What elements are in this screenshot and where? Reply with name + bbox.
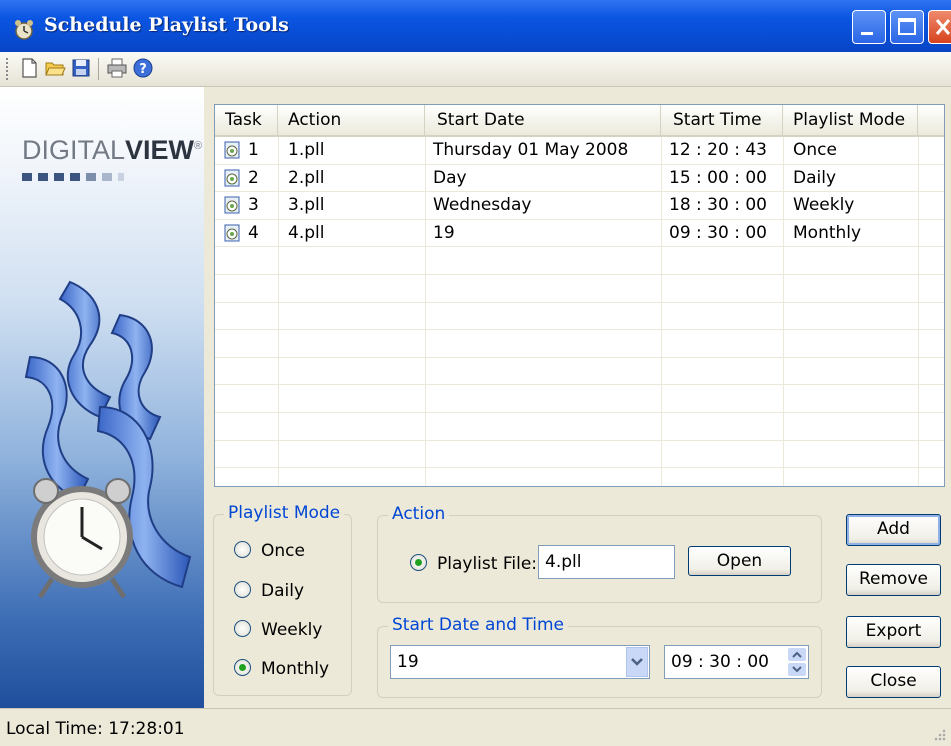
radio-monthly-indicator[interactable] [234,659,251,676]
task-list-header: Task Action Start Date Start Time Playli… [215,105,944,137]
playlist-file-input[interactable]: 4.pll [538,545,675,579]
spinner-arrows-icon[interactable] [788,648,806,676]
radio-once[interactable]: Once [234,541,305,561]
new-file-icon[interactable] [18,57,40,79]
branding-panel: DIGITALVIEW® [0,87,204,708]
action-title: Action [388,504,450,524]
local-time-text: Local Time: 17:28:01 [6,719,185,739]
window-title: Schedule Playlist Tools [44,14,289,36]
empty-row [215,385,944,413]
close-button[interactable]: Close [846,666,941,698]
app-icon [15,20,33,40]
radio-weekly[interactable]: Weekly [234,620,322,640]
open-button[interactable]: Open [688,546,791,576]
playlist-mode-title: Playlist Mode [224,503,345,523]
start-date-select[interactable]: 19 [390,645,650,679]
start-time-value: 09 : 30 : 00 [671,652,769,672]
radio-playlist-file-indicator[interactable] [410,554,427,571]
empty-row [215,247,944,275]
column-header-playlist-mode[interactable]: Playlist Mode [783,105,918,135]
radio-monthly[interactable]: Monthly [234,659,329,679]
empty-row [215,275,944,303]
cell-start-date: Day [433,167,467,188]
cell-start-time: 15 : 00 : 00 [669,167,767,188]
start-date-time-group: Start Date and Time 19 09 : 30 : 00 [377,615,822,698]
add-button[interactable]: Add [846,514,941,546]
radio-daily[interactable]: Daily [234,581,304,601]
cell-start-time: 09 : 30 : 00 [669,222,767,243]
toolbar-grip[interactable] [6,58,11,80]
print-icon[interactable] [106,57,128,79]
cell-start-time: 12 : 20 : 43 [669,140,767,160]
cell-action: 2.pll [288,167,325,188]
svg-text:?: ? [139,62,147,77]
chevron-down-icon[interactable] [626,647,648,677]
cell-task: 1 [248,140,259,160]
open-folder-icon[interactable] [44,57,66,79]
cell-playlist-mode: Monthly [793,222,862,243]
table-row[interactable]: 4 4.pll 19 09 : 30 : 00 Monthly [215,220,944,248]
remove-button[interactable]: Remove [846,564,941,596]
column-header-start-date[interactable]: Start Date [425,105,661,135]
radio-weekly-indicator[interactable] [234,620,251,637]
save-icon[interactable] [70,57,92,79]
column-header-task[interactable]: Task [215,105,278,135]
close-window-button[interactable] [928,10,951,44]
radio-once-indicator[interactable] [234,541,251,558]
start-date-time-title: Start Date and Time [388,615,568,635]
action-group: Action Playlist File: 4.pll Open [377,504,822,603]
empty-row [215,413,944,441]
start-time-spinner[interactable]: 09 : 30 : 00 [664,645,809,679]
cell-playlist-mode: Daily [793,167,837,188]
empty-row [215,441,944,469]
film-reel-illustration [24,280,192,599]
cell-start-date: 19 [433,222,455,243]
cell-action: 4.pll [288,222,325,243]
empty-row [215,303,944,331]
cell-playlist-mode: Once [793,140,837,160]
cell-action: 1.pll [288,140,325,160]
cell-task: 2 [248,167,259,188]
minimize-icon [861,32,873,35]
column-header-start-time[interactable]: Start Time [661,105,783,135]
radio-playlist-file[interactable]: Playlist File: [410,554,537,574]
help-icon[interactable]: ? [132,57,154,79]
resize-grip-icon[interactable] [933,728,947,742]
cell-start-date: Wednesday [433,195,532,216]
radio-daily-indicator[interactable] [234,581,251,598]
empty-row [215,358,944,386]
toolbar: ? [0,52,951,87]
cell-action: 3.pll [288,195,325,216]
empty-row [215,468,944,486]
toolbar-separator [98,58,99,80]
empty-row [215,330,944,358]
start-date-value: 19 [397,652,419,672]
title-bar: Schedule Playlist Tools [0,0,951,60]
close-icon [935,19,951,35]
export-button[interactable]: Export [846,616,941,648]
cell-task: 4 [248,222,259,243]
playlist-mode-group: Playlist Mode Once Daily Weekly Monthly [213,503,352,696]
cell-start-time: 18 : 30 : 00 [669,195,767,216]
cell-playlist-mode: Weekly [793,195,855,216]
task-list[interactable]: Task Action Start Date Start Time Playli… [214,104,945,487]
table-row[interactable]: 2 2.pll Day 15 : 00 : 00 Daily [215,165,944,193]
table-row[interactable]: 1 1.pll Thursday 01 May 2008 12 : 20 : 43 On… [215,137,944,165]
table-row[interactable]: 3 3.pll Wednesday 18 : 30 : 00 Weekly [215,192,944,220]
cell-task: 3 [248,195,259,216]
cell-start-date: Thursday 01 May 2008 [433,140,629,160]
column-header-action[interactable]: Action [278,105,425,135]
maximize-button[interactable] [890,10,924,44]
minimize-button[interactable] [852,10,886,44]
maximize-icon [898,18,916,35]
status-bar: Local Time: 17:28:01 [0,708,951,746]
